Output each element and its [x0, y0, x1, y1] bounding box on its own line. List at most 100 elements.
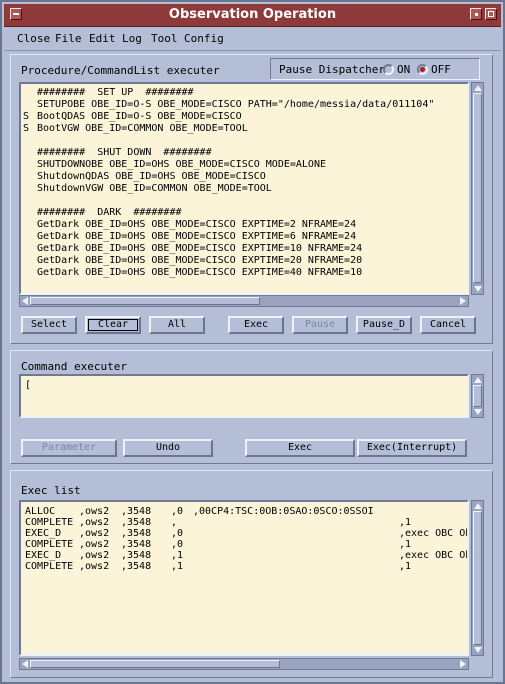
procedure-panel: Procedure/CommandList executer Pause Dis… [10, 54, 493, 344]
scroll-up-icon[interactable] [474, 377, 482, 383]
exec-list-horizontal-thumb[interactable] [30, 660, 280, 668]
pause-d-button[interactable]: Pause_D [356, 316, 412, 334]
exec-list-cell: ,3548 [121, 550, 152, 561]
maximize-button[interactable] [485, 8, 497, 20]
title-bar[interactable]: Observation Operation [4, 4, 501, 27]
procedure-line[interactable]: ShutdownQDAS OBE_ID=OHS OBE_MODE=CISCO [37, 171, 266, 182]
exec-list-cell: ,1 [399, 517, 412, 528]
pause-dispatcher-on-radio[interactable] [383, 64, 394, 75]
procedure-line[interactable]: ######## SET UP ######## [37, 87, 194, 98]
menu-tool[interactable]: Tool [151, 32, 178, 45]
scroll-right-icon[interactable] [460, 297, 466, 305]
exec-list-row[interactable]: COMPLETE ,ows2 ,3548 ,1 ,1 [21, 561, 467, 572]
procedure-line[interactable]: ######## DARK ######## [37, 207, 182, 218]
exec-list-cell: EXEC_D [25, 550, 62, 561]
procedure-line[interactable]: GetDark OBE_ID=OHS OBE_MODE=CISCO EXPTIM… [37, 243, 362, 254]
procedure-line[interactable]: BootQDAS OBE_ID=O-S OBE_MODE=CISCO [37, 111, 242, 122]
exec-list-cell: ,exec OBC Ob: [399, 528, 467, 539]
exec-list-cell: ,1 [399, 539, 412, 550]
minimize-button[interactable] [470, 8, 482, 20]
exec-list-panel: Exec list ALLOC ,ows2 ,3548 ,0 ,00CP4:TSC:0O… [10, 470, 493, 678]
pause-dispatcher-label: Pause Dispatcher [279, 63, 385, 76]
exec-list-label: Exec list [21, 484, 81, 497]
undo-button[interactable]: Undo [123, 439, 213, 457]
command-input-value: [ [25, 380, 32, 391]
command-panel: Command executer [ Parameter Undo Exec E… [10, 350, 493, 464]
clear-button[interactable]: Clear [85, 316, 141, 334]
procedure-vertical-scrollbar[interactable] [471, 82, 484, 295]
exec-list-cell: ,ows2 [79, 528, 110, 539]
procedure-horizontal-scrollbar[interactable] [19, 295, 469, 307]
procedure-text-area[interactable]: ######## SET UP ######## SETUPOBE OBE_ID=… [19, 82, 469, 295]
exec-list-cell: ,ows2 [79, 539, 110, 550]
exec-list-row[interactable]: EXEC_D ,ows2 ,3548 ,0 ,exec OBC Ob: [21, 528, 467, 539]
scroll-up-icon[interactable] [474, 503, 482, 509]
exec-list-cell: ,3548 [121, 539, 152, 550]
exec-list-cell: ,3548 [121, 528, 152, 539]
command-vertical-thumb[interactable] [473, 385, 482, 407]
procedure-horizontal-thumb[interactable] [30, 297, 260, 305]
exec-button[interactable]: Exec [228, 316, 284, 334]
procedure-line[interactable]: GetDark OBE_ID=OHS OBE_MODE=CISCO EXPTIM… [37, 231, 356, 242]
observation-operation-window: Observation Operation Close File Edit Lo… [0, 0, 505, 684]
scroll-up-icon[interactable] [474, 85, 482, 91]
procedure-line-marker: S [23, 111, 30, 122]
cancel-button[interactable]: Cancel [420, 316, 476, 334]
select-button[interactable]: Select [21, 316, 77, 334]
exec-list-cell: ,0 [171, 506, 184, 517]
exec-list-cell: ,00CP4:TSC:0OB:0SAO:0SCO:0SSOI [193, 506, 374, 517]
menu-bar: Close File Edit Log Tool Config [4, 28, 501, 51]
exec-list-cell: ,0 [171, 539, 184, 550]
exec-list-horizontal-scrollbar[interactable] [19, 658, 469, 670]
menu-close[interactable]: Close [17, 32, 50, 45]
exec-list-cell: ,1 [171, 550, 184, 561]
exec-list-cell: ,ows2 [79, 517, 110, 528]
pause-dispatcher-off-radio[interactable] [417, 64, 428, 75]
menu-edit[interactable]: Edit [89, 32, 116, 45]
exec-list-cell: COMPLETE [25, 517, 74, 528]
exec-list-cell: EXEC_D [25, 528, 62, 539]
procedure-line[interactable]: ShutdownVGW OBE_ID=COMMON OBE_MODE=TOOL [37, 183, 272, 194]
pause-dispatcher-on-label: ON [397, 63, 411, 76]
command-exec-button[interactable]: Exec [245, 439, 355, 457]
exec-list-row[interactable]: EXEC_D ,ows2 ,3548 ,1 ,exec OBC Ob. [21, 550, 467, 561]
procedure-line[interactable]: SETUPOBE OBE_ID=O-S OBE_MODE=CISCO PATH=… [37, 99, 434, 110]
exec-list-area[interactable]: ALLOC ,ows2 ,3548 ,0 ,00CP4:TSC:0OB:0SAO:0SC… [19, 500, 469, 656]
command-vertical-scrollbar[interactable] [471, 374, 484, 418]
exec-list-row[interactable]: COMPLETE ,ows2 ,3548, ,1 [21, 517, 467, 528]
exec-list-row[interactable]: ALLOC ,ows2 ,3548 ,0 ,00CP4:TSC:0OB:0SAO:0SC… [21, 506, 467, 517]
window-title: Observation Operation [168, 7, 337, 22]
scroll-down-icon[interactable] [474, 286, 482, 292]
scroll-down-icon[interactable] [474, 647, 482, 653]
menu-log[interactable]: Log [122, 32, 142, 45]
menu-config[interactable]: Config [184, 32, 224, 45]
procedure-vertical-thumb[interactable] [473, 93, 482, 283]
exec-list-row[interactable]: COMPLETE ,ows2 ,3548 ,0 ,1 [21, 539, 467, 550]
exec-list-cell: ,ows2 [79, 506, 110, 517]
procedure-line[interactable]: ######## SHUT DOWN ######## [37, 147, 212, 158]
procedure-line[interactable]: SHUTDOWNOBE OBE_ID=OHS OBE_MODE=CISCO MO… [37, 159, 326, 170]
all-button[interactable]: All [149, 316, 205, 334]
exec-list-vertical-scrollbar[interactable] [471, 500, 484, 656]
scroll-left-icon[interactable] [22, 297, 28, 305]
scroll-left-icon[interactable] [22, 660, 28, 668]
exec-list-cell: COMPLETE [25, 539, 74, 550]
scroll-right-icon[interactable] [460, 660, 466, 668]
procedure-line[interactable]: BootVGW OBE_ID=COMMON OBE_MODE=TOOL [37, 123, 248, 134]
pause-button[interactable]: Pause [292, 316, 348, 334]
exec-list-vertical-thumb[interactable] [473, 511, 482, 645]
procedure-line-marker: S [23, 123, 30, 134]
procedure-line[interactable]: GetDark OBE_ID=OHS OBE_MODE=CISCO EXPTIM… [37, 219, 356, 230]
exec-list-cell: ,0 [171, 528, 184, 539]
exec-list-cell: ,3548 [121, 517, 152, 528]
exec-list-cell: ,3548 [121, 561, 152, 572]
exec-interrupt-button[interactable]: Exec(Interrupt) [357, 439, 467, 457]
scroll-down-icon[interactable] [474, 409, 482, 415]
menu-file[interactable]: File [55, 32, 82, 45]
procedure-line[interactable]: GetDark OBE_ID=OHS OBE_MODE=CISCO EXPTIM… [37, 267, 362, 278]
command-input[interactable]: [ [19, 374, 469, 418]
procedure-line[interactable]: GetDark OBE_ID=OHS OBE_MODE=CISCO EXPTIM… [37, 255, 362, 266]
parameter-button[interactable]: Parameter [21, 439, 117, 457]
exec-list-cell: ,ows2 [79, 550, 110, 561]
exec-list-cell: ALLOC [25, 506, 56, 517]
